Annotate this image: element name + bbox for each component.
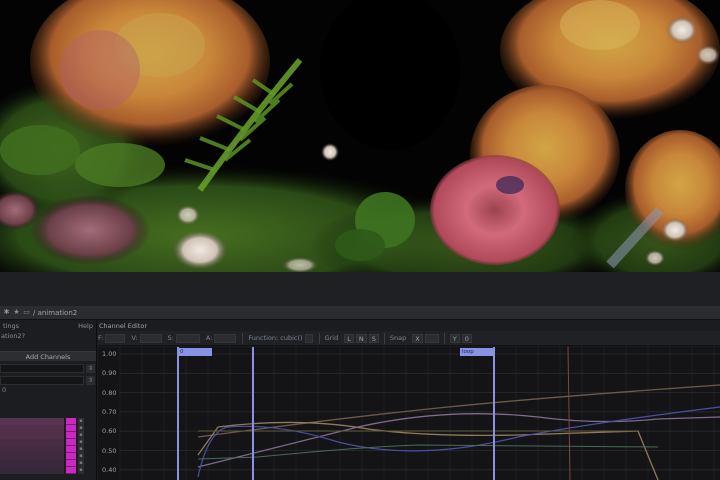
marker-label-start[interactable]: 0: [178, 348, 212, 356]
channel-row[interactable]: ▪: [0, 418, 97, 425]
left-menu: tings Help: [0, 321, 96, 331]
snap-0-button[interactable]: 0: [461, 333, 472, 343]
pane-icon[interactable]: ▭: [23, 309, 30, 316]
editor-titlebar: ✱ ★ ▭ / animation2: [0, 306, 720, 320]
channel-row[interactable]: ▪: [0, 446, 97, 453]
channel-toggle[interactable]: ▪: [78, 418, 84, 425]
stepper-icon[interactable]: ⇕: [86, 375, 95, 385]
y-tick-label: 0.60: [102, 427, 117, 436]
filter-field-1[interactable]: [0, 363, 84, 373]
star-icon[interactable]: ★: [13, 309, 20, 316]
channel-row[interactable]: ▪: [0, 432, 97, 439]
flower-image: [0, 0, 720, 272]
slope-field[interactable]: S:: [168, 333, 200, 343]
channel-editor-title: Channel Editor: [99, 322, 147, 330]
curve: [567, 347, 571, 480]
stepper-icon[interactable]: ⇕: [86, 363, 95, 373]
channel-color-swatch[interactable]: [66, 425, 76, 432]
channel-row[interactable]: ▪: [0, 425, 97, 432]
filter-row-1: ⇕: [0, 363, 96, 373]
channel-row[interactable]: ▪: [0, 439, 97, 446]
y-tick-label: 0.50: [102, 446, 117, 455]
channel-toggle[interactable]: ▪: [78, 425, 84, 432]
y-tick-label: 0.70: [102, 407, 117, 416]
function-field[interactable]: Function: cubic(): [248, 333, 313, 343]
value-field[interactable]: V:: [131, 333, 162, 343]
gear-icon[interactable]: ✱: [3, 309, 10, 316]
channel-editor-toolbar: F: V: S: A: Function: cubic() Grid L N S…: [98, 331, 720, 346]
menu-settings[interactable]: tings: [3, 322, 19, 330]
channel-color-swatch[interactable]: [66, 439, 76, 446]
channel-row[interactable]: ▪: [0, 467, 97, 474]
channel-toggle[interactable]: ▪: [78, 453, 84, 460]
snap-y-button[interactable]: Y: [449, 333, 460, 343]
channel-color-swatch[interactable]: [66, 418, 76, 425]
channel-row[interactable]: ▪: [0, 460, 97, 467]
zero-value: 0: [2, 386, 7, 394]
marker-label-loop[interactable]: loop: [460, 348, 494, 356]
filter-field-2[interactable]: [0, 375, 84, 385]
channel-toggle[interactable]: ▪: [78, 432, 84, 439]
snap-x-button[interactable]: X: [412, 333, 423, 343]
curve: [197, 406, 720, 478]
frame-field[interactable]: F:: [98, 333, 126, 343]
grid-label: Grid: [324, 334, 339, 342]
menu-help[interactable]: Help: [78, 322, 93, 330]
channel-toggle[interactable]: ▪: [78, 460, 84, 467]
animation-editor: ✱ ★ ▭ / animation2 tings Help ation2? Ad…: [0, 306, 720, 480]
channel-color-swatch[interactable]: [66, 467, 76, 474]
snap-label: Snap: [389, 334, 407, 342]
channel-graph[interactable]: 0 loop 1.00 0.90 0.80 0.70 0.60 0.50 0.40: [98, 347, 720, 480]
channel-row[interactable]: ▪: [0, 453, 97, 460]
channel-toggle[interactable]: ▪: [78, 446, 84, 453]
channel-toggle[interactable]: ▪: [78, 439, 84, 446]
viewer-render: [0, 0, 720, 272]
grid-n-button[interactable]: N: [355, 333, 367, 343]
grid-l-button[interactable]: L: [344, 333, 354, 343]
channel-list-panel: tings Help ation2? Add Channels ⇕ ⇕ 0 ▪ …: [0, 321, 97, 480]
snap-x-field[interactable]: [424, 333, 439, 343]
add-channels-button[interactable]: Add Channels: [0, 351, 96, 361]
channel-rows: ▪ ▪ ▪ ▪ ▪ ▪ ▪ ▪: [0, 418, 97, 480]
channel-color-swatch[interactable]: [66, 453, 76, 460]
window-title: / animation2: [33, 308, 78, 317]
y-tick-label: 0.40: [102, 465, 117, 474]
channel-color-swatch[interactable]: [66, 446, 76, 453]
y-tick-label: 1.00: [102, 350, 117, 358]
y-tick-label: 0.80: [102, 388, 117, 397]
channel-color-swatch[interactable]: [66, 432, 76, 439]
curve-canvas[interactable]: [98, 347, 720, 480]
channel-editor: Channel Editor F: V: S: A: Function: cub…: [98, 321, 720, 480]
viewer-gap: [0, 272, 720, 306]
filter-row-2: ⇕: [0, 375, 96, 385]
accel-field[interactable]: A:: [206, 333, 237, 343]
animation-name: ation2?: [1, 332, 26, 340]
grid-s-button[interactable]: S: [368, 333, 379, 343]
channel-toggle[interactable]: ▪: [78, 467, 84, 474]
channel-color-swatch[interactable]: [66, 460, 76, 467]
y-tick-label: 0.90: [102, 369, 117, 378]
